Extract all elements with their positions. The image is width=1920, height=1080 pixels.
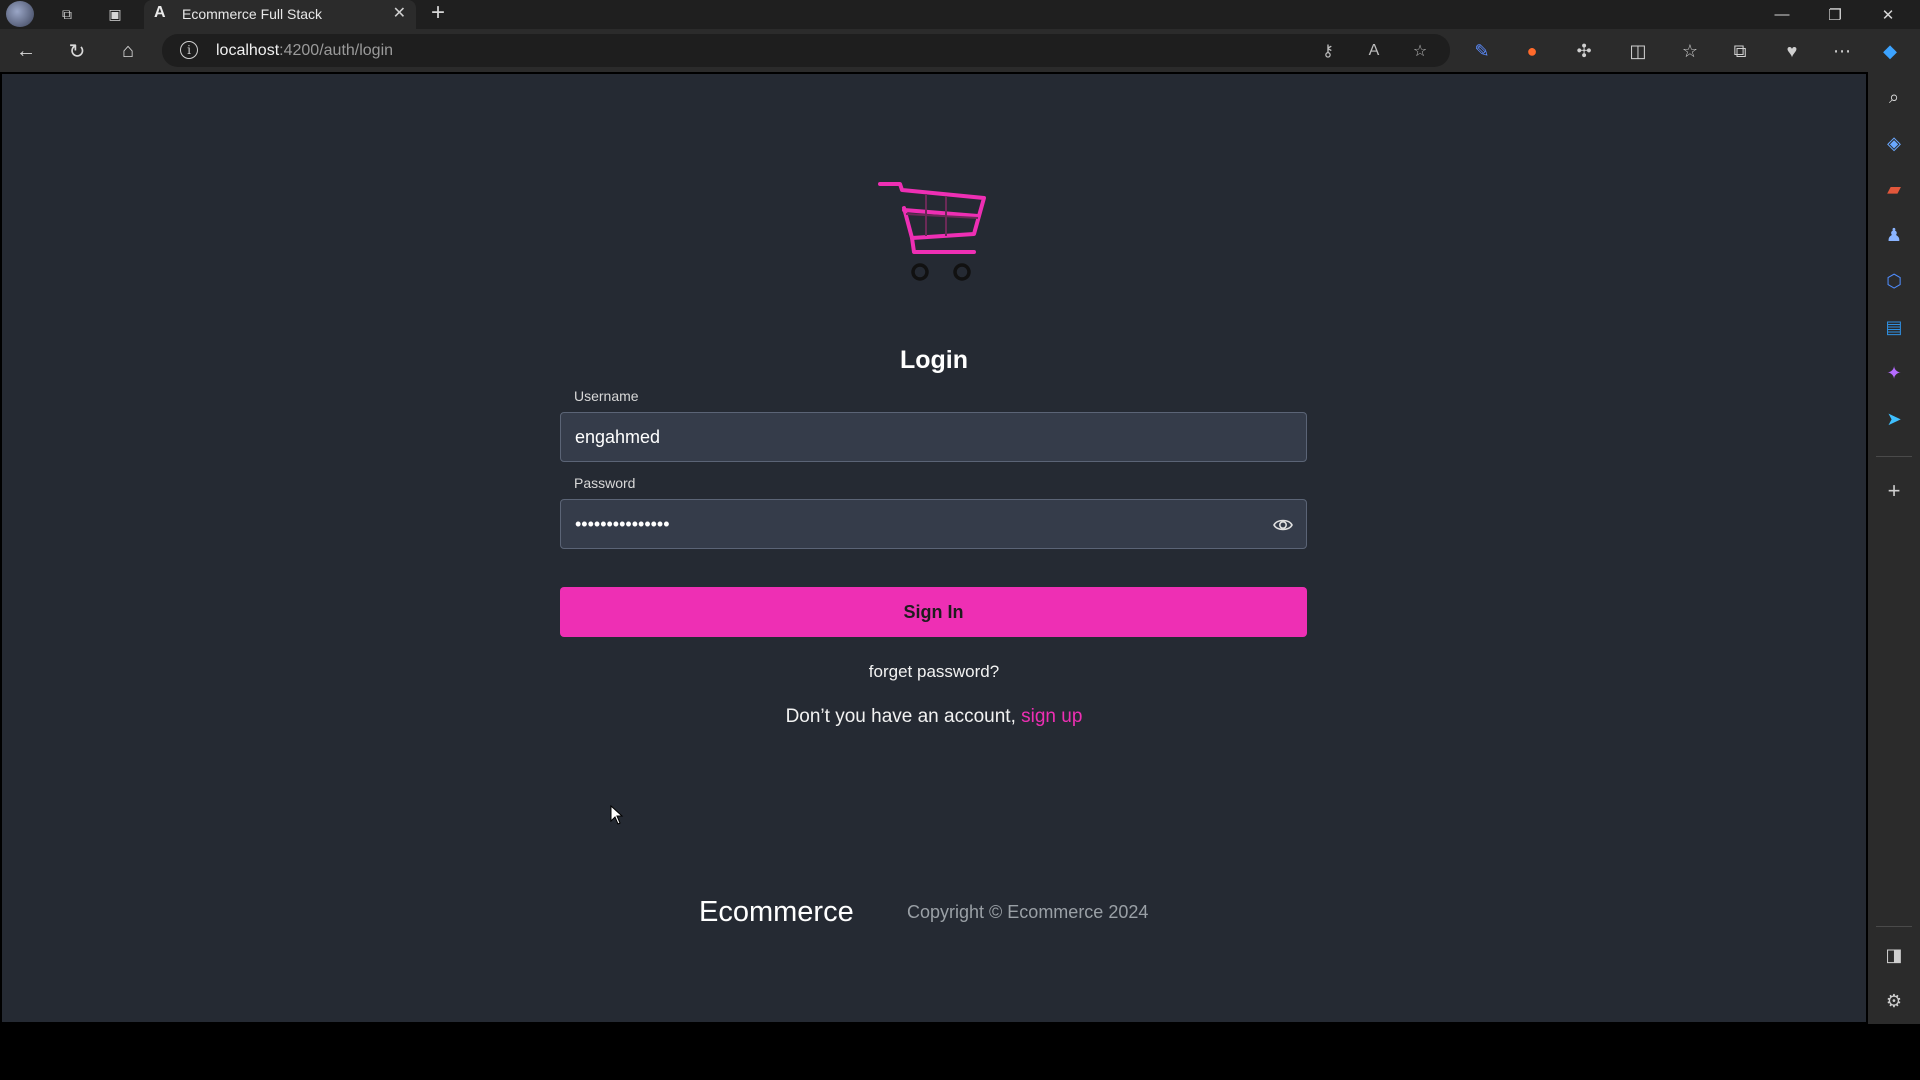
- search-icon[interactable]: ⌕: [1881, 84, 1907, 110]
- split-screen-icon[interactable]: ◫: [1624, 37, 1652, 65]
- footer-copyright: Copyright © Ecommerce 2024: [907, 902, 1149, 922]
- angular-favicon-icon: A: [154, 4, 166, 21]
- new-tab-button[interactable]: +: [424, 0, 452, 26]
- collections-icon[interactable]: ⧉: [1726, 37, 1754, 65]
- minimize-button[interactable]: —: [1756, 0, 1808, 29]
- tab-close-icon[interactable]: ✕: [393, 3, 406, 23]
- tools-briefcase-icon[interactable]: ▰: [1881, 176, 1907, 202]
- username-value: engahmed: [575, 427, 661, 447]
- extension-orange-icon[interactable]: ●: [1518, 37, 1546, 65]
- vertical-tabs-icon[interactable]: ▣: [102, 2, 128, 26]
- password-value: •••••••••••••••: [575, 514, 670, 534]
- sign-in-button[interactable]: Sign In: [560, 587, 1307, 637]
- username-label: Username: [574, 388, 639, 404]
- url-text[interactable]: localhost:4200/auth/login: [216, 42, 393, 60]
- send-icon[interactable]: ➤: [1881, 406, 1907, 432]
- tab-title: Ecommerce Full Stack: [182, 6, 323, 22]
- hide-sidebar-icon[interactable]: ◨: [1881, 942, 1907, 968]
- favorites-icon[interactable]: ☆: [1676, 37, 1704, 65]
- workspaces-icon[interactable]: ⧉: [54, 2, 80, 26]
- browser-title-bar: ⧉ ▣ A Ecommerce Full Stack ✕ + — ❐ ✕: [0, 0, 1920, 29]
- footer-brand: Ecommerce: [699, 896, 854, 928]
- outlook-icon[interactable]: ▤: [1881, 314, 1907, 340]
- home-button[interactable]: ⌂: [112, 36, 144, 66]
- extensions-puzzle-icon[interactable]: ✣: [1570, 37, 1598, 65]
- shopping-tag-icon[interactable]: ◈: [1881, 130, 1907, 156]
- address-bar[interactable]: i localhost:4200/auth/login ⚷ A ☆: [162, 34, 1450, 67]
- browser-tab[interactable]: A Ecommerce Full Stack ✕: [144, 0, 416, 29]
- signup-line: Don’t you have an account, sign up: [2, 706, 1866, 728]
- games-icon[interactable]: ♟: [1881, 222, 1907, 248]
- mouse-cursor-icon: [610, 805, 624, 825]
- forget-password-link: forget password?: [2, 662, 1866, 682]
- browser-toolbar: ← ↻ ⌂ i localhost:4200/auth/login ⚷ A ☆ …: [0, 29, 1920, 72]
- sidebar-divider: [1876, 926, 1912, 927]
- taskbar-area: [0, 1024, 1920, 1080]
- signup-prompt: Don’t you have an account,: [785, 706, 1022, 727]
- refresh-button[interactable]: ↻: [61, 36, 93, 66]
- forget-password-text[interactable]: forget password?: [869, 662, 999, 681]
- shopping-cart-icon: [878, 182, 986, 281]
- extension-pen-icon[interactable]: ✎: [1468, 37, 1496, 65]
- page-title: Login: [899, 346, 969, 374]
- read-aloud-icon[interactable]: A: [1362, 40, 1386, 62]
- more-options-icon[interactable]: ⋯: [1828, 37, 1856, 65]
- microsoft-365-icon[interactable]: ⬡: [1881, 268, 1907, 294]
- sidebar-divider: [1876, 456, 1912, 457]
- eye-icon[interactable]: [1272, 514, 1294, 536]
- password-label: Password: [574, 475, 636, 491]
- add-icon[interactable]: +: [1881, 478, 1907, 504]
- restore-button[interactable]: ❐: [1809, 0, 1861, 29]
- password-input[interactable]: •••••••••••••••: [560, 499, 1307, 549]
- username-input[interactable]: engahmed: [560, 412, 1307, 462]
- designer-icon[interactable]: ✦: [1881, 360, 1907, 386]
- signup-link[interactable]: sign up: [1021, 706, 1082, 727]
- password-key-icon[interactable]: ⚷: [1316, 40, 1340, 62]
- close-window-button[interactable]: ✕: [1862, 0, 1914, 29]
- favorite-star-icon[interactable]: ☆: [1408, 40, 1432, 62]
- browser-essentials-icon[interactable]: ♥: [1778, 37, 1806, 65]
- back-button[interactable]: ←: [10, 36, 42, 66]
- copilot-icon[interactable]: ◆: [1876, 37, 1904, 65]
- page-viewport: Login Username engahmed Password •••••••…: [2, 74, 1866, 1022]
- site-info-icon[interactable]: i: [180, 41, 198, 59]
- browser-sidebar: ⌕ ◈ ▰ ♟ ⬡ ▤ ✦ ➤ + ◨ ⚙: [1868, 72, 1920, 1024]
- settings-gear-icon[interactable]: ⚙: [1881, 988, 1907, 1014]
- profile-avatar[interactable]: [6, 1, 34, 27]
